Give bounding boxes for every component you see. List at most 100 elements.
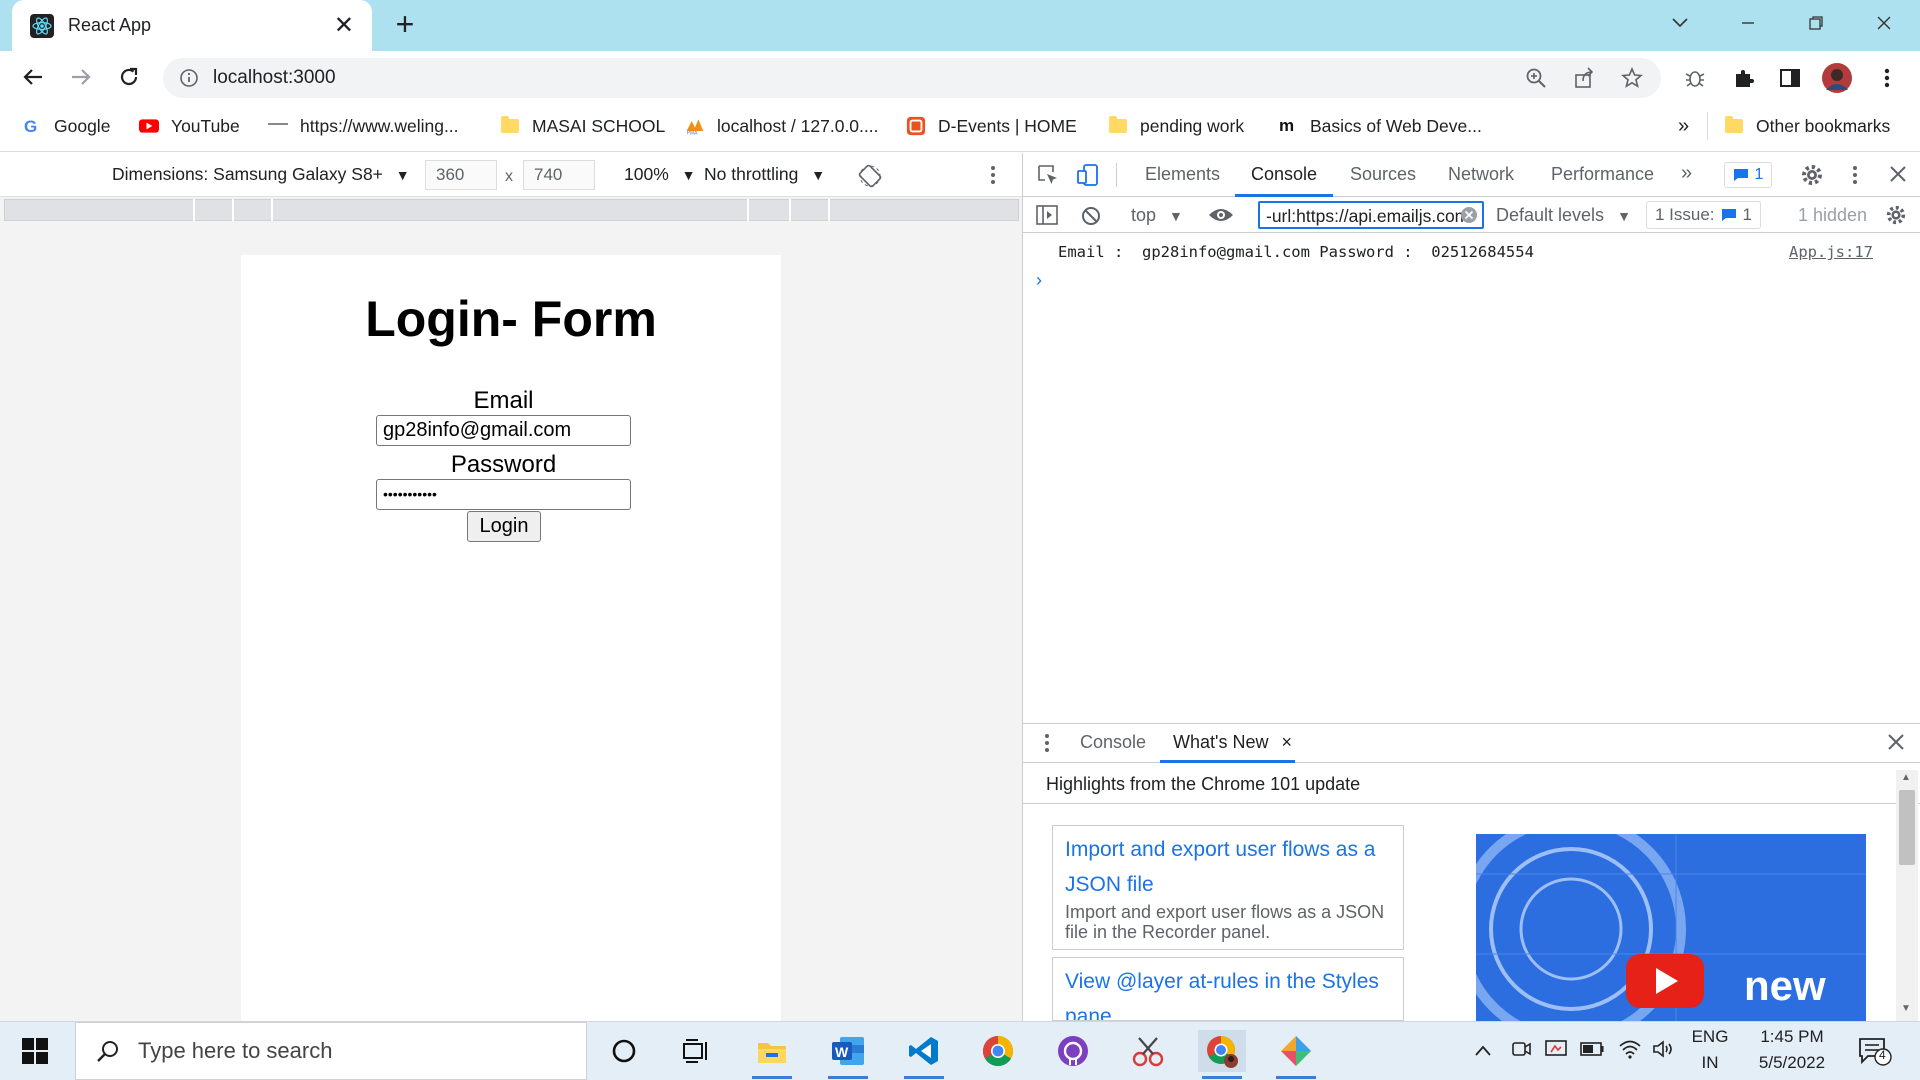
windows-start-icon[interactable] xyxy=(22,1038,48,1069)
device-dimensions-select[interactable]: Dimensions: Samsung Galaxy S8+ ▼ xyxy=(112,164,410,185)
vscode-icon[interactable] xyxy=(900,1030,948,1079)
new-tab-icon[interactable]: + xyxy=(390,8,420,40)
whats-new-promo-video[interactable]: new xyxy=(1476,834,1866,1021)
clear-filter-icon[interactable] xyxy=(1460,206,1478,229)
clock[interactable]: 1:45 PM 5/5/2022 xyxy=(1742,1027,1842,1073)
tab-sources[interactable]: Sources xyxy=(1350,164,1416,185)
app-diamond-icon[interactable] xyxy=(1272,1030,1320,1079)
device-more-options-icon[interactable] xyxy=(990,164,996,191)
bookmark-weling[interactable]: https://www.weling... xyxy=(268,112,459,140)
bookmark-pending-work[interactable]: pending work xyxy=(1108,112,1244,140)
battery-icon[interactable] xyxy=(1580,1041,1604,1061)
extensions-puzzle-icon[interactable] xyxy=(1729,63,1759,93)
close-devtools-icon[interactable] xyxy=(1889,165,1907,188)
show-hidden-icons-icon[interactable] xyxy=(1474,1042,1492,1062)
bookmark-google[interactable]: G Google xyxy=(22,112,110,140)
tab-performance[interactable]: Performance xyxy=(1551,164,1654,185)
issues-badge[interactable]: 1 xyxy=(1724,162,1772,188)
meet-now-icon[interactable] xyxy=(1510,1038,1532,1065)
github-desktop-icon[interactable] xyxy=(1049,1030,1097,1072)
whats-new-card[interactable]: View @layer at-rules in the Styles pane xyxy=(1052,957,1404,1021)
issues-button[interactable]: 1 Issue: 1 xyxy=(1646,201,1762,229)
minimize-icon[interactable] xyxy=(1718,6,1778,40)
wifi-icon[interactable] xyxy=(1618,1039,1642,1064)
login-button[interactable]: Login xyxy=(467,511,541,542)
password-field[interactable]: ••••••••••• xyxy=(376,479,631,510)
settings-gear-icon[interactable] xyxy=(1800,163,1824,192)
notifications-icon[interactable]: 4 xyxy=(1858,1036,1892,1071)
bookmark-web-dev[interactable]: m Basics of Web Deve... xyxy=(1278,112,1482,140)
inspect-element-icon[interactable] xyxy=(1036,163,1060,192)
word-icon[interactable]: W xyxy=(824,1030,872,1079)
tab-elements[interactable]: Elements xyxy=(1145,164,1220,185)
language-indicator[interactable]: ENG IN xyxy=(1690,1027,1730,1073)
console-log-message[interactable]: Email : gp28info@gmail.com Password : 02… xyxy=(1058,243,1534,261)
bookmark-localhost-pma[interactable]: PMA localhost / 127.0.0.... xyxy=(685,112,879,140)
chrome-profile-icon[interactable] xyxy=(1198,1030,1246,1079)
device-toolbar-toggle-icon[interactable] xyxy=(1076,163,1100,192)
zoom-select[interactable]: 100% ▼ xyxy=(624,164,696,185)
site-info-icon[interactable] xyxy=(179,68,199,88)
zoom-icon[interactable] xyxy=(1525,67,1547,89)
devtools-menu-icon[interactable] xyxy=(1852,164,1858,191)
volume-icon[interactable] xyxy=(1652,1039,1676,1064)
close-drawer-tab-icon[interactable]: × xyxy=(1281,732,1292,752)
more-tabs-icon[interactable]: » xyxy=(1681,162,1692,185)
log-levels-select[interactable]: Default levels ▼ xyxy=(1496,205,1631,226)
console-filter-input[interactable]: -url:https://api.emailjs.com xyxy=(1258,201,1484,229)
close-drawer-icon[interactable] xyxy=(1887,733,1905,756)
console-settings-gear-icon[interactable] xyxy=(1885,204,1907,231)
card-title-link[interactable]: Import and export user flows as a JSON f… xyxy=(1065,832,1391,902)
profile-avatar[interactable] xyxy=(1822,63,1852,93)
back-icon[interactable] xyxy=(16,60,50,94)
clear-console-icon[interactable] xyxy=(1080,205,1102,232)
bookmarks-overflow-icon[interactable]: » xyxy=(1678,112,1689,140)
card-title-link[interactable]: View @layer at-rules in the Styles pane xyxy=(1065,964,1391,1020)
device-width-input[interactable]: 360 xyxy=(425,160,497,190)
throttling-select[interactable]: No throttling ▼ xyxy=(704,164,825,185)
bookmark-other[interactable]: Other bookmarks xyxy=(1724,112,1890,140)
extension-bug-icon[interactable] xyxy=(1680,63,1710,93)
live-expression-eye-icon[interactable] xyxy=(1208,206,1234,229)
device-height-input[interactable]: 740 xyxy=(523,160,595,190)
share-icon[interactable] xyxy=(1573,67,1595,89)
rotate-icon[interactable] xyxy=(858,164,882,193)
chrome-icon[interactable] xyxy=(974,1030,1022,1072)
email-field[interactable]: gp28info@gmail.com xyxy=(376,415,631,446)
restore-icon[interactable] xyxy=(1786,6,1846,40)
drawer-menu-icon[interactable] xyxy=(1044,733,1050,758)
taskbar-search-box[interactable]: Type here to search xyxy=(75,1022,587,1080)
context-select[interactable]: top ▼ xyxy=(1131,205,1183,226)
console-prompt[interactable]: › xyxy=(1036,270,1042,291)
scroll-up-icon[interactable]: ▲ xyxy=(1901,772,1911,783)
cortana-icon[interactable] xyxy=(600,1030,648,1072)
snipping-tool-icon[interactable] xyxy=(1124,1030,1172,1072)
scroll-down-icon[interactable]: ▼ xyxy=(1901,1003,1911,1014)
bookmark-youtube[interactable]: YouTube xyxy=(139,112,240,140)
forward-icon[interactable] xyxy=(64,60,98,94)
reload-icon[interactable] xyxy=(112,60,146,94)
browser-tab[interactable]: React App ✕ xyxy=(12,0,372,51)
display-icon[interactable] xyxy=(1544,1038,1568,1065)
bookmark-masai[interactable]: MASAI SCHOOL xyxy=(500,112,665,140)
bookmark-star-icon[interactable] xyxy=(1621,67,1643,89)
show-sidebar-icon[interactable] xyxy=(1036,205,1058,230)
close-tab-icon[interactable]: ✕ xyxy=(334,13,354,38)
address-bar[interactable]: localhost:3000 xyxy=(163,58,1661,98)
drawer-tab-whats-new[interactable]: What's New × xyxy=(1173,732,1292,753)
file-explorer-icon[interactable] xyxy=(748,1030,796,1079)
drawer-tab-console[interactable]: Console xyxy=(1080,732,1146,753)
task-view-icon[interactable] xyxy=(672,1030,720,1072)
media-query-bar[interactable] xyxy=(4,199,1019,221)
tab-console[interactable]: Console xyxy=(1251,164,1317,185)
close-window-icon[interactable] xyxy=(1854,6,1914,40)
chrome-menu-icon[interactable] xyxy=(1872,63,1902,93)
tab-network[interactable]: Network xyxy=(1448,164,1514,185)
drawer-scrollbar-thumb[interactable] xyxy=(1899,790,1915,865)
tab-search-icon[interactable] xyxy=(1650,6,1710,40)
url-text[interactable]: localhost:3000 xyxy=(213,67,1525,89)
bookmark-d-events[interactable]: D-Events | HOME xyxy=(906,112,1077,140)
side-panel-icon[interactable] xyxy=(1775,63,1805,93)
whats-new-card[interactable]: Import and export user flows as a JSON f… xyxy=(1052,825,1404,950)
console-log-source-link[interactable]: App.js:17 xyxy=(1789,243,1873,261)
